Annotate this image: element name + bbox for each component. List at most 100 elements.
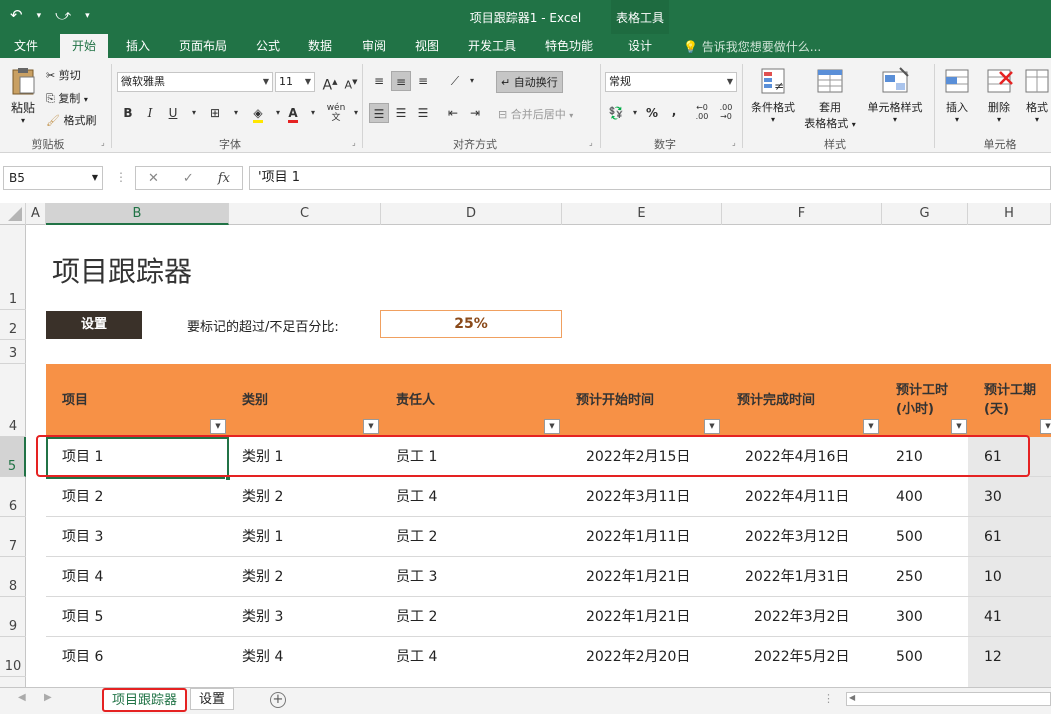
cell-category[interactable]: 类别 1 [242, 517, 283, 557]
cancel-icon[interactable]: ✕ [148, 171, 159, 186]
tab-split-grip-icon[interactable]: ⋮ [823, 692, 834, 705]
cell-category[interactable]: 类别 2 [242, 557, 283, 597]
cell-hours[interactable]: 500 [896, 637, 923, 677]
enter-icon[interactable]: ✓ [183, 171, 194, 186]
column-header-d[interactable]: D [381, 203, 562, 225]
column-header-g[interactable]: G [882, 203, 968, 225]
tab-page-layout[interactable]: 页面布局 [167, 34, 239, 58]
tab-home[interactable]: 开始 [60, 34, 109, 58]
filter-dropdown-icon[interactable]: ▼ [863, 419, 879, 434]
cell-days[interactable]: 12 [984, 637, 1002, 677]
decrease-decimal-icon[interactable]: .00 →0 [716, 103, 736, 123]
cell-project[interactable]: 项目 6 [62, 637, 103, 677]
name-box[interactable]: B5 ▼ [3, 166, 103, 190]
row-header-9[interactable]: 9 [0, 597, 26, 637]
cell-hours[interactable]: 500 [896, 517, 923, 557]
formula-input[interactable]: '项目 1 [249, 166, 1051, 190]
comma-button[interactable]: , [664, 101, 684, 121]
cell-hours[interactable]: 250 [896, 557, 923, 597]
scroll-right-icon[interactable]: ▶ [44, 692, 52, 703]
cell-start-date[interactable]: 2022年2月20日 [586, 637, 690, 677]
filter-dropdown-icon[interactable]: ▼ [544, 419, 560, 434]
tab-review[interactable]: 审阅 [350, 34, 398, 58]
bold-button[interactable]: B [118, 103, 138, 123]
sheet-tab-settings[interactable]: 设置 [190, 688, 235, 710]
chevron-down-icon[interactable]: ▾ [303, 103, 323, 123]
conditional-formatting-button[interactable]: ≠ 条件格式 ▾ [746, 66, 800, 124]
cell-owner[interactable]: 员工 2 [396, 597, 437, 637]
row-header-3[interactable]: 3 [0, 340, 26, 364]
cell-project[interactable]: 项目 5 [62, 597, 103, 637]
cell-start-date[interactable]: 2022年1月11日 [586, 517, 690, 557]
decrease-indent-icon[interactable]: ⇤ [443, 103, 463, 123]
font-size-select[interactable]: 11 ▼ [275, 72, 315, 92]
cell-days[interactable]: 30 [984, 477, 1002, 517]
chevron-down-icon[interactable]: ▾ [346, 103, 366, 123]
filter-dropdown-icon[interactable]: ▼ [210, 419, 226, 434]
percent-button[interactable]: % [642, 103, 662, 123]
font-color-icon[interactable]: A [283, 103, 303, 123]
cell-end-date[interactable]: 2022年1月31日 [745, 557, 849, 597]
cell-start-date[interactable]: 2022年1月21日 [586, 557, 690, 597]
filter-dropdown-icon[interactable]: ▼ [1040, 419, 1051, 434]
cell-project[interactable]: 项目 3 [62, 517, 103, 557]
row-header-4[interactable]: 4 [0, 364, 26, 437]
cell-days[interactable]: 61 [984, 517, 1002, 557]
tab-design[interactable]: 设计 [616, 34, 664, 58]
chevron-down-icon[interactable]: ▾ [184, 103, 204, 123]
tab-data[interactable]: 数据 [296, 34, 344, 58]
insert-function-icon[interactable]: fx [218, 171, 230, 186]
select-all-corner[interactable] [0, 203, 26, 225]
cell-start-date[interactable]: 2022年1月21日 [586, 597, 690, 637]
row-header-1[interactable]: 1 [0, 225, 26, 310]
cell-owner[interactable]: 员工 4 [396, 477, 437, 517]
filter-dropdown-icon[interactable]: ▼ [951, 419, 967, 434]
row-header-8[interactable]: 8 [0, 557, 26, 597]
increase-indent-icon[interactable]: ⇥ [465, 103, 485, 123]
column-header-a[interactable]: A [26, 203, 46, 225]
cell-days[interactable]: 10 [984, 557, 1002, 597]
cell-project[interactable]: 项目 4 [62, 557, 103, 597]
cell-category[interactable]: 类别 2 [242, 477, 283, 517]
increase-decimal-icon[interactable]: ←0.00 [692, 103, 712, 123]
dialog-launcher-icon[interactable]: ⌟ [352, 138, 356, 147]
cell-start-date[interactable]: 2022年3月11日 [586, 477, 690, 517]
sheet-tab-project-tracker[interactable]: 项目跟踪器 [102, 688, 188, 712]
column-header-b[interactable]: B [46, 203, 229, 225]
merge-center-button[interactable]: ⊟ 合并后居中 ▾ [498, 106, 573, 122]
paste-button[interactable]: 粘贴 ▾ [6, 66, 40, 125]
cell-days[interactable]: 41 [984, 597, 1002, 637]
row-header-10[interactable]: 10 [0, 637, 26, 677]
font-name-select[interactable]: 微软雅黑 ▼ [117, 72, 273, 92]
settings-button[interactable]: 设置 [46, 311, 142, 339]
horizontal-scrollbar[interactable]: ◀ [846, 692, 1051, 706]
scroll-left-icon[interactable]: ◀ [18, 692, 26, 703]
phonetic-guide-button[interactable]: wén 文 [326, 103, 346, 123]
flag-percent-cell[interactable]: 25% [380, 310, 562, 338]
cell-end-date[interactable]: 2022年5月2日 [754, 637, 849, 677]
tell-me-box[interactable]: 💡 告诉我您想要做什么... [683, 38, 821, 55]
align-center-icon[interactable]: ☰ [391, 103, 411, 123]
column-header-c[interactable]: C [229, 203, 381, 225]
filter-dropdown-icon[interactable]: ▼ [363, 419, 379, 434]
dialog-launcher-icon[interactable]: ⌟ [589, 138, 593, 147]
italic-button[interactable]: I [140, 103, 160, 123]
align-middle-icon[interactable]: ≡ [391, 71, 411, 91]
row-header-6[interactable]: 6 [0, 477, 26, 517]
column-header-h[interactable]: H [968, 203, 1051, 225]
row-header-5[interactable]: 5 [0, 437, 26, 477]
cell-category[interactable]: 类别 3 [242, 597, 283, 637]
chevron-down-icon[interactable]: ▾ [226, 103, 246, 123]
tab-developer[interactable]: 开发工具 [456, 34, 528, 58]
column-header-f[interactable]: F [722, 203, 882, 225]
align-bottom-icon[interactable]: ≡ [413, 71, 433, 91]
fill-color-icon[interactable]: ◈ [248, 103, 268, 123]
cell-owner[interactable]: 员工 3 [396, 557, 437, 597]
cell-owner[interactable]: 员工 4 [396, 637, 437, 677]
align-right-icon[interactable]: ☰ [413, 103, 433, 123]
delete-cells-button[interactable]: 删除 ▾ [979, 66, 1019, 124]
copy-button[interactable]: ⎘ 复制 ▾ [46, 90, 88, 106]
filter-dropdown-icon[interactable]: ▼ [704, 419, 720, 434]
tab-special-features[interactable]: 特色功能 [533, 34, 605, 58]
underline-button[interactable]: U [163, 103, 183, 123]
